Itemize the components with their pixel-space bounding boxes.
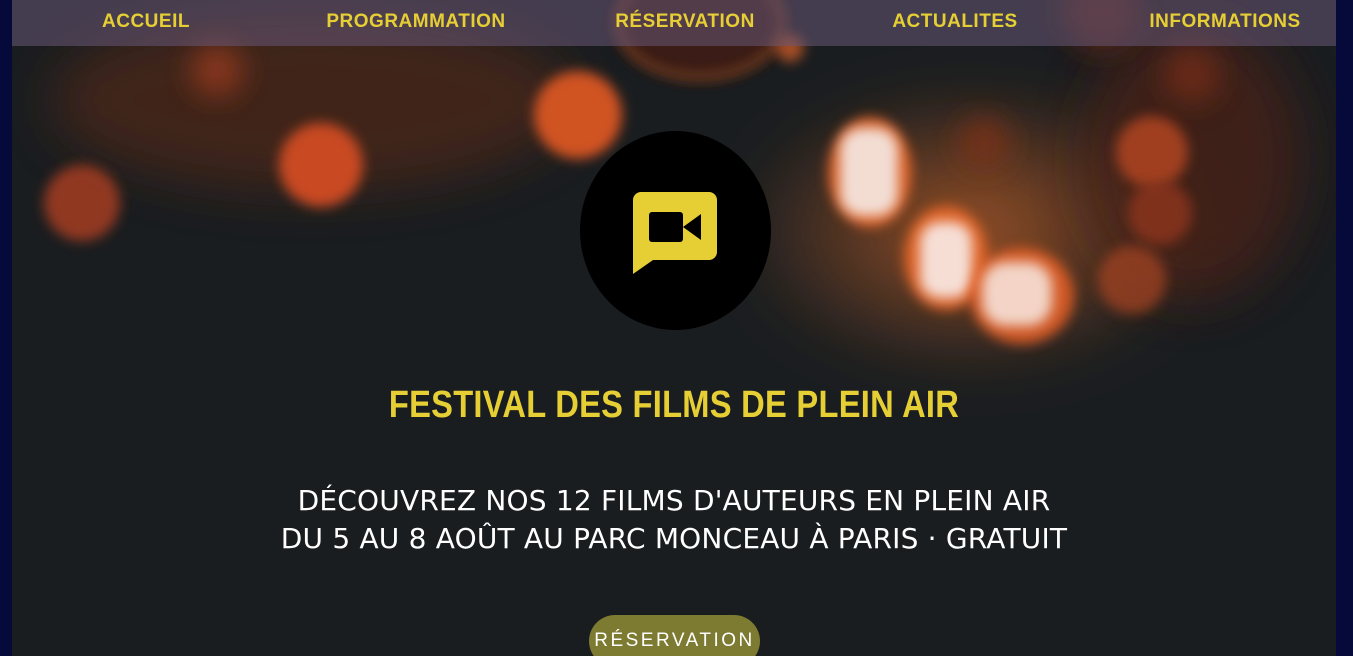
tagline-line-1: DÉCOUVREZ NOS 12 FILMS D'AUTEURS EN PLEI…: [297, 484, 1051, 517]
page: ACCUEIL PROGRAMMATION RÉSERVATION ACTUAL…: [12, 0, 1336, 656]
festival-logo: [580, 131, 771, 330]
nav-link-accueil[interactable]: ACCUEIL: [102, 0, 190, 46]
main-navbar: ACCUEIL PROGRAMMATION RÉSERVATION ACTUAL…: [12, 0, 1336, 46]
nav-link-actualites[interactable]: ACTUALITES: [892, 0, 1017, 46]
tagline-line-2: DU 5 AU 8 AOÛT AU PARC MONCEAU À PARIS ·…: [280, 522, 1068, 555]
festival-title: FESTIVAL DES FILMS DE PLEIN AIR: [388, 384, 960, 426]
nav-link-informations[interactable]: INFORMATIONS: [1149, 0, 1300, 46]
reservation-button[interactable]: RÉSERVATION: [589, 615, 760, 656]
nav-link-programmation[interactable]: PROGRAMMATION: [326, 0, 505, 46]
video-chat-icon: [633, 192, 717, 274]
nav-link-reservation[interactable]: RÉSERVATION: [615, 0, 755, 46]
